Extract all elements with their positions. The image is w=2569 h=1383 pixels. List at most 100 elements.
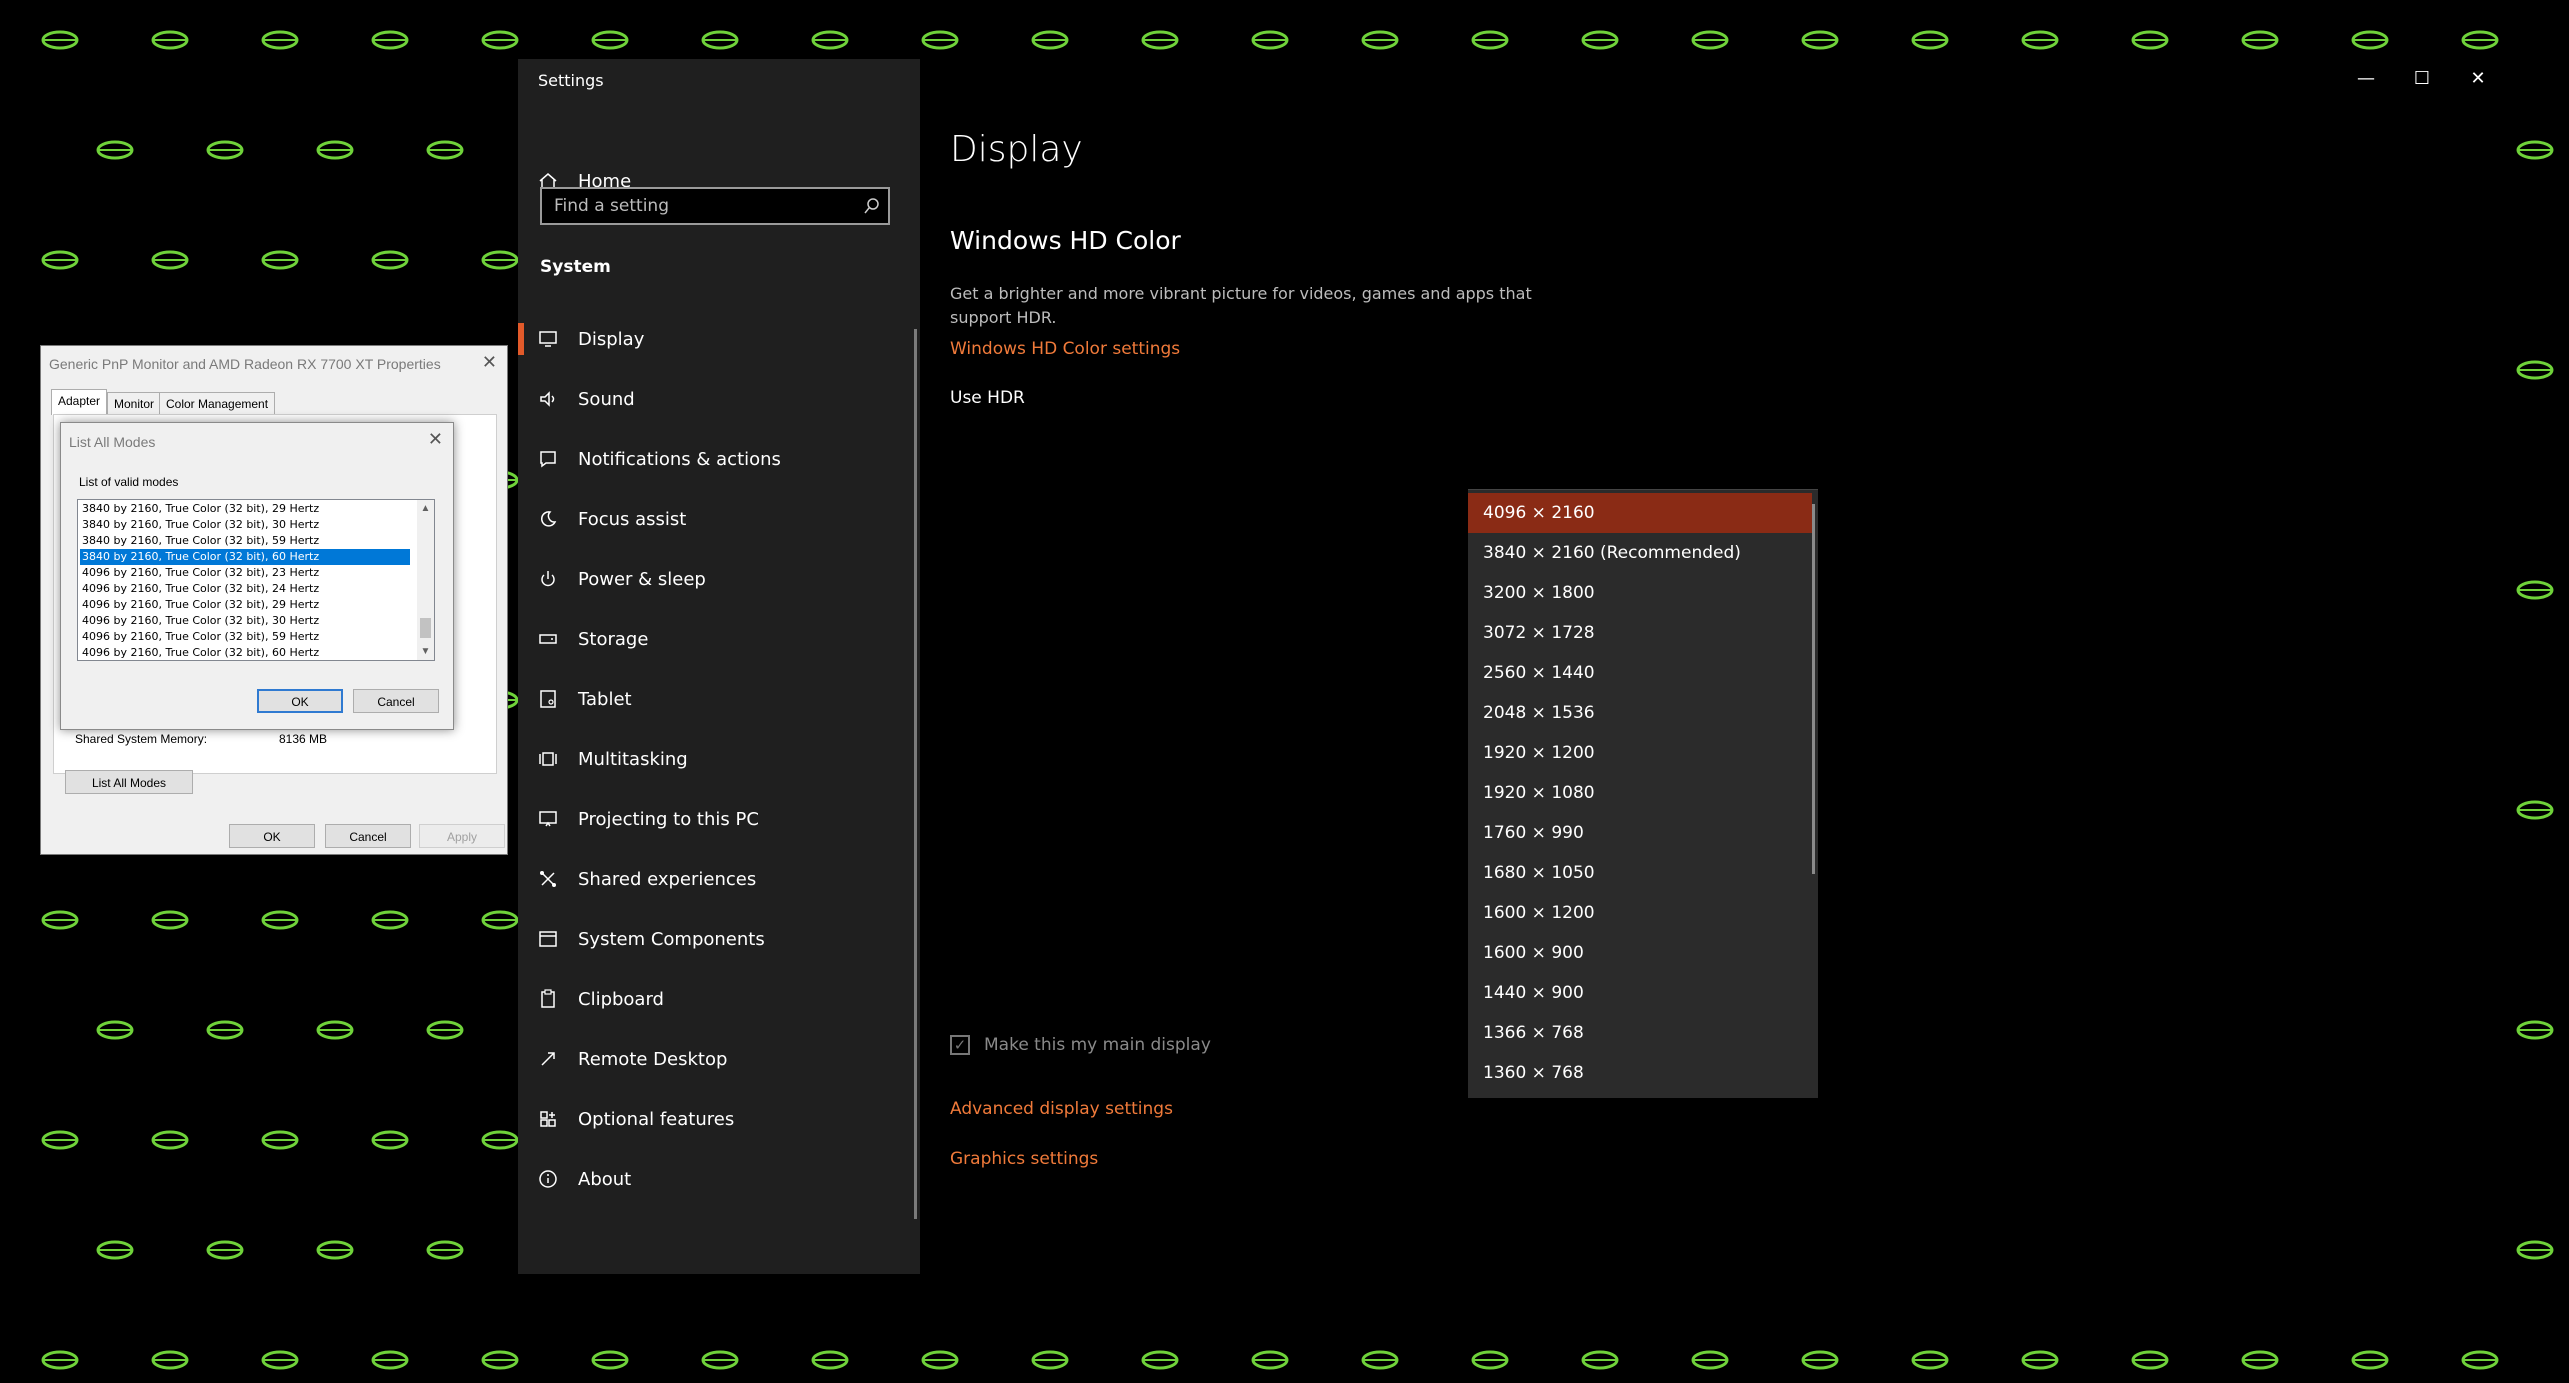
mode-list-item[interactable]: 4096 by 2160, True Color (32 bit), 29 He…: [80, 597, 410, 613]
shared-memory-label: Shared System Memory:: [75, 732, 208, 746]
sidebar-item-notifications[interactable]: Notifications & actions: [518, 429, 920, 489]
ok-button[interactable]: OK: [229, 824, 315, 848]
sidebar-item-components[interactable]: System Components: [518, 909, 920, 969]
speaker-icon: [518, 389, 578, 409]
tab-monitor[interactable]: Monitor: [107, 392, 162, 414]
title-bar: Settings: [518, 59, 920, 99]
minimize-button[interactable]: —: [2338, 63, 2394, 95]
sidebar-item-shared[interactable]: Shared experiences: [518, 849, 920, 909]
sidebar-item-multitasking[interactable]: Multitasking: [518, 729, 920, 789]
hdr-description: Get a brighter and more vibrant picture …: [950, 284, 1532, 327]
resolution-option[interactable]: 2048 × 1536: [1468, 693, 1812, 733]
resolution-option[interactable]: 1600 × 1200: [1468, 893, 1812, 933]
dialog-title: Generic PnP Monitor and AMD Radeon RX 77…: [49, 356, 441, 372]
modes-list-scrollbar[interactable]: ▲ ▼: [417, 500, 434, 660]
resolution-option[interactable]: 1440 × 900: [1468, 973, 1812, 1013]
sidebar-item-power[interactable]: Power & sleep: [518, 549, 920, 609]
drive-icon: [518, 629, 578, 649]
sidebar-item-label: Display: [578, 328, 645, 350]
window-icon: [518, 929, 578, 949]
sidebar-item-about[interactable]: About: [518, 1149, 920, 1209]
apply-button: Apply: [419, 824, 505, 848]
tablet-icon: [518, 689, 578, 709]
page-title: Display: [950, 129, 1083, 170]
resolution-option[interactable]: 1680 × 1050: [1468, 853, 1812, 893]
ok-button[interactable]: OK: [257, 689, 343, 713]
mode-list-item[interactable]: 3840 by 2160, True Color (32 bit), 30 He…: [80, 517, 410, 533]
cancel-button[interactable]: Cancel: [325, 824, 411, 848]
sidebar-scrollbar[interactable]: [914, 329, 917, 1219]
resolution-option[interactable]: 1600 × 900: [1468, 933, 1812, 973]
close-icon[interactable]: ✕: [482, 352, 497, 373]
mode-list-item[interactable]: 4096 by 2160, True Color (32 bit), 59 He…: [80, 629, 410, 645]
resolution-option[interactable]: 1360 × 768: [1468, 1053, 1812, 1093]
sidebar-item-projecting[interactable]: Projecting to this PC: [518, 789, 920, 849]
sidebar-item-tablet[interactable]: Tablet: [518, 669, 920, 729]
sidebar-item-label: Multitasking: [578, 748, 688, 770]
search-box[interactable]: [540, 187, 890, 225]
hdr-heading: Windows HD Color: [950, 226, 1181, 255]
info-icon: [518, 1169, 578, 1189]
mode-list-item[interactable]: 4096 by 2160, True Color (32 bit), 24 He…: [80, 581, 410, 597]
tab-color-management[interactable]: Color Management: [159, 392, 276, 414]
close-icon[interactable]: ✕: [428, 429, 443, 450]
mode-list-item[interactable]: 3840 by 2160, True Color (32 bit), 29 He…: [80, 501, 410, 517]
list-all-modes-button[interactable]: List All Modes: [65, 770, 193, 794]
search-input[interactable]: [542, 195, 856, 217]
sidebar-item-clipboard[interactable]: Clipboard: [518, 969, 920, 1029]
maximize-button[interactable]: ☐: [2394, 63, 2450, 95]
resolution-dropdown-list[interactable]: 4096 × 2160 3840 × 2160 (Recommended) 3200…: [1468, 489, 1818, 1098]
scroll-thumb[interactable]: [420, 618, 431, 638]
advanced-display-settings-link[interactable]: Advanced display settings: [950, 1099, 1173, 1119]
share-icon: [518, 869, 578, 889]
resolution-dropdown-scrollbar[interactable]: [1812, 504, 1815, 874]
close-button[interactable]: ✕: [2450, 63, 2506, 95]
resolution-option[interactable]: 3072 × 1728: [1468, 613, 1812, 653]
resolution-option[interactable]: 1366 × 768: [1468, 1013, 1812, 1053]
mode-list-item[interactable]: 4096 by 2160, True Color (32 bit), 60 He…: [80, 645, 410, 660]
sidebar-item-label: Storage: [578, 628, 649, 650]
resolution-option[interactable]: 4096 × 2160: [1468, 493, 1812, 533]
main-display-checkbox-row[interactable]: ✓ Make this my main display: [950, 1035, 1211, 1055]
mode-list-item[interactable]: 3840 by 2160, True Color (32 bit), 59 He…: [80, 533, 410, 549]
sidebar-item-sound[interactable]: Sound: [518, 369, 920, 429]
sidebar-item-remote[interactable]: Remote Desktop: [518, 1029, 920, 1089]
sidebar-item-label: About: [578, 1168, 632, 1190]
sidebar-item-optional[interactable]: Optional features: [518, 1089, 920, 1149]
valid-modes-list[interactable]: 3840 by 2160, True Color (32 bit), 29 He…: [77, 499, 435, 661]
use-hdr-label: Use HDR: [950, 388, 1025, 408]
resolution-option[interactable]: 1920 × 1080: [1468, 773, 1812, 813]
search-icon[interactable]: [856, 197, 888, 215]
mode-list-item[interactable]: 4096 by 2160, True Color (32 bit), 23 He…: [80, 565, 410, 581]
scroll-up-icon[interactable]: ▲: [417, 500, 434, 517]
sidebar-item-focus[interactable]: Focus assist: [518, 489, 920, 549]
tab-adapter[interactable]: Adapter: [51, 389, 108, 415]
remote-icon: [518, 1049, 578, 1069]
dialog-title: List All Modes: [69, 434, 156, 450]
main-display-label: Make this my main display: [984, 1035, 1211, 1055]
sidebar-item-label: Power & sleep: [578, 568, 706, 590]
scroll-down-icon[interactable]: ▼: [417, 643, 434, 660]
sidebar-item-label: Tablet: [578, 688, 632, 710]
sidebar-item-storage[interactable]: Storage: [518, 609, 920, 669]
graphics-settings-link[interactable]: Graphics settings: [950, 1149, 1098, 1169]
resolution-option[interactable]: 1920 × 1200: [1468, 733, 1812, 773]
main-display-checkbox[interactable]: ✓: [950, 1035, 970, 1055]
resolution-option[interactable]: 3200 × 1800: [1468, 573, 1812, 613]
monitor-icon: [518, 329, 578, 349]
hd-color-settings-link[interactable]: Windows HD Color settings: [950, 339, 1180, 359]
moon-icon: [518, 509, 578, 529]
mode-list-item[interactable]: 3840 by 2160, True Color (32 bit), 60 He…: [80, 549, 410, 565]
cancel-button[interactable]: Cancel: [353, 689, 439, 713]
power-icon: [518, 569, 578, 589]
sidebar-item-label: Projecting to this PC: [578, 808, 759, 830]
mode-list-item[interactable]: 4096 by 2160, True Color (32 bit), 30 He…: [80, 613, 410, 629]
list-label: List of valid modes: [79, 475, 179, 489]
sidebar-item-label: Focus assist: [578, 508, 687, 530]
resolution-option[interactable]: 3840 × 2160 (Recommended): [1468, 533, 1812, 573]
window-controls-bar: [920, 59, 2508, 99]
section-label-system: System: [540, 257, 611, 277]
resolution-option[interactable]: 1760 × 990: [1468, 813, 1812, 853]
sidebar-item-display[interactable]: Display: [518, 309, 920, 369]
resolution-option[interactable]: 2560 × 1440: [1468, 653, 1812, 693]
